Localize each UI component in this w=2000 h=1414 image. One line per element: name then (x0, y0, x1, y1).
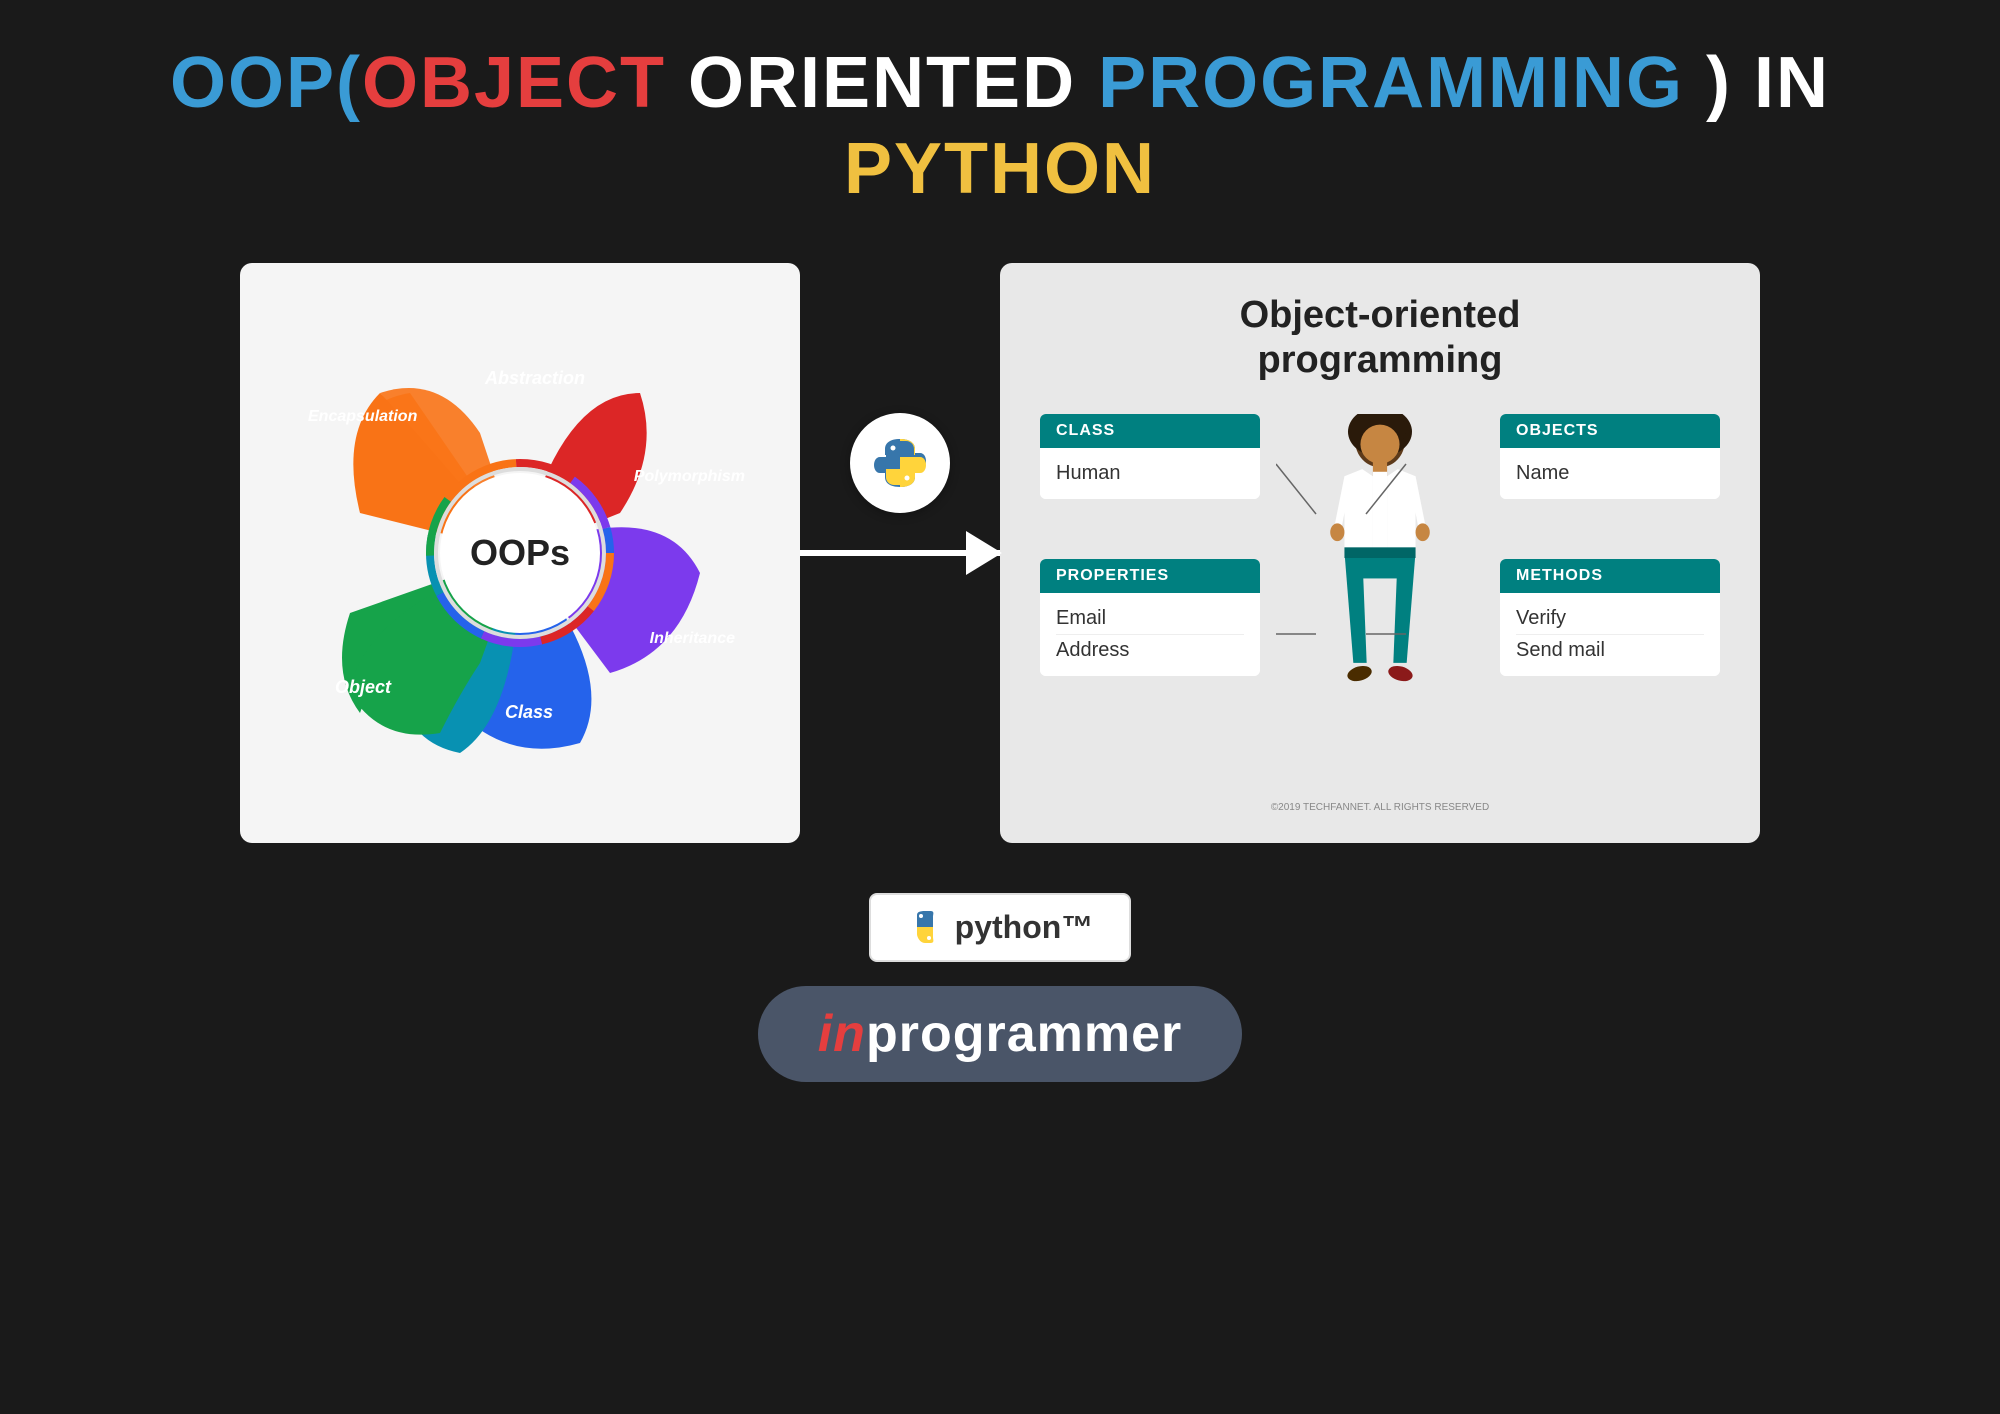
object-name: Name (1516, 458, 1704, 489)
python-badge-text: python™ (955, 909, 1094, 946)
methods-box: METHODS Verify Send mail (1500, 559, 1720, 676)
class-box: CLASS Human (1040, 414, 1260, 499)
python-logo-icon (872, 435, 928, 491)
oops-diagram-panel: OOPs Encapsulation Abstraction Polymorph… (240, 263, 800, 843)
python-badge-icon (907, 909, 943, 945)
title-in: ) IN (1684, 43, 1830, 123)
inprogrammer-badge: inprogrammer (758, 986, 1243, 1082)
title-oriented: ORIENTED (666, 43, 1098, 123)
method-sendmail: Send mail (1516, 635, 1704, 666)
properties-box-body: Email Address (1040, 593, 1260, 676)
python-logo-circle (850, 413, 950, 513)
title-oop: OOP( (170, 43, 362, 123)
objects-box: OBJECTS Name (1500, 414, 1720, 499)
bottom-area: python™ inprogrammer (758, 893, 1243, 1082)
properties-box: PROPERTIES Email Address (1040, 559, 1260, 676)
title-object: OBJECT (362, 43, 666, 123)
human-figure-svg (1315, 414, 1445, 734)
properties-box-header: PROPERTIES (1040, 559, 1260, 593)
label-polymorphism: Polymorphism (634, 468, 745, 486)
method-verify: Verify (1516, 603, 1704, 635)
property-email: Email (1056, 603, 1244, 635)
property-address: Address (1056, 635, 1244, 666)
programmer-text: programmer (866, 1005, 1182, 1063)
svg-text:OOPs: OOPs (470, 532, 570, 573)
oop-info-panel: Object-orientedprogramming CLASS Human P… (1000, 263, 1760, 843)
label-inheritance: Inheritance (650, 630, 735, 648)
copyright-text: ©2019 TECHFANNET. ALL RIGHTS RESERVED (1271, 802, 1489, 813)
in-text: in (818, 1005, 866, 1063)
class-item-human: Human (1056, 458, 1244, 489)
title-programming: PROGRAMMING (1098, 43, 1684, 123)
objects-box-body: Name (1500, 448, 1720, 499)
label-abstraction: Abstraction (485, 368, 585, 389)
label-encapsulation: Encapsulation (308, 408, 417, 426)
page-title: OOP(OBJECT ORIENTED PROGRAMMING ) IN PYT… (170, 40, 1830, 213)
python-badge: python™ (869, 893, 1132, 962)
arrow-right (800, 550, 1000, 556)
class-box-header: CLASS (1040, 414, 1260, 448)
oops-diagram: OOPs Encapsulation Abstraction Polymorph… (280, 313, 760, 793)
label-object: Object (335, 677, 391, 698)
main-content-area: OOPs Encapsulation Abstraction Polymorph… (0, 263, 2000, 843)
arrow-area (800, 263, 1000, 843)
oop-panel-title: Object-orientedprogramming (1240, 293, 1521, 384)
class-box-body: Human (1040, 448, 1260, 499)
objects-box-header: OBJECTS (1500, 414, 1720, 448)
methods-box-header: METHODS (1500, 559, 1720, 593)
methods-box-body: Verify Send mail (1500, 593, 1720, 676)
label-class: Class (505, 702, 553, 723)
title-python: PYTHON (844, 129, 1156, 209)
